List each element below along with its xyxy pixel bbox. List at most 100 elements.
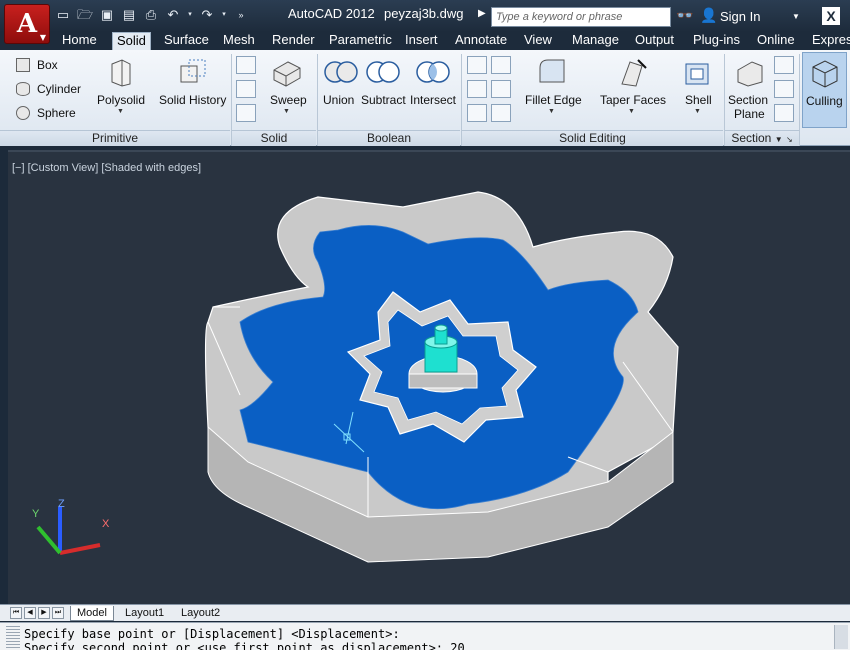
taper-faces-icon: [621, 59, 647, 87]
first-layout-icon[interactable]: ⏮: [10, 607, 22, 619]
open-folder-icon[interactable]: 🗁: [76, 6, 94, 24]
chevron-down-icon[interactable]: ▼: [775, 135, 783, 144]
tab-manage[interactable]: Manage: [568, 32, 623, 50]
app-logo: A: [16, 9, 38, 39]
tab-insert[interactable]: Insert: [401, 32, 442, 50]
cylinder-icon: [16, 82, 30, 96]
binoculars-icon[interactable]: 👓: [676, 7, 693, 24]
polysolid-button[interactable]: Polysolid: [97, 93, 145, 107]
slice-icon[interactable]: [491, 56, 511, 74]
section-plane-button[interactable]: Section: [728, 93, 768, 107]
loft-icon[interactable]: [236, 104, 256, 122]
next-layout-icon[interactable]: ▶: [38, 607, 50, 619]
search-input[interactable]: [491, 7, 671, 27]
save-icon[interactable]: ▣: [98, 6, 116, 24]
intersect-icon: [416, 61, 450, 83]
play-arrow-icon[interactable]: ▶: [478, 8, 490, 28]
ribbon: Box Cylinder Sphere Polysolid ▼ Solid Hi…: [0, 50, 850, 146]
interfere-icon[interactable]: [467, 56, 487, 74]
tab-online[interactable]: Online: [753, 32, 799, 50]
redo-icon[interactable]: ↷: [198, 6, 216, 24]
solid-history-icon: [180, 59, 206, 83]
exchange-x-icon[interactable]: X: [822, 7, 840, 25]
shell-button[interactable]: Shell: [685, 93, 712, 107]
chevron-down-icon[interactable]: ▼: [548, 108, 555, 115]
dialog-launcher-icon[interactable]: ↘: [786, 135, 793, 144]
solid-history-button[interactable]: Solid History: [159, 93, 226, 107]
sphere-button[interactable]: Sphere: [37, 106, 76, 120]
redo-dropdown-icon[interactable]: ▾: [220, 6, 228, 24]
thicken-icon[interactable]: [467, 80, 487, 98]
chevron-down-icon: ▼: [39, 32, 46, 42]
chevron-down-icon[interactable]: ▼: [117, 108, 124, 115]
generate-section-icon[interactable]: [774, 104, 794, 122]
quick-access-toolbar: ▭ 🗁 ▣ ▤ ⎙ ↶ ▾ ↷ ▾ »: [54, 6, 250, 26]
chevron-down-icon[interactable]: ▼: [792, 12, 800, 21]
tab-home[interactable]: Home: [58, 32, 101, 50]
ucs-z-label: Z: [58, 498, 65, 510]
tab-annotate[interactable]: Annotate: [451, 32, 511, 50]
revolve-icon[interactable]: [236, 80, 256, 98]
print-icon[interactable]: ⎙: [142, 6, 160, 24]
section-plane-icon: [737, 61, 763, 87]
taper-faces-button[interactable]: Taper Faces: [600, 93, 666, 107]
extrude-icon[interactable]: [236, 56, 256, 74]
fountain-model: [204, 191, 679, 563]
intersect-button[interactable]: Intersect: [410, 93, 456, 107]
prev-layout-icon[interactable]: ◀: [24, 607, 36, 619]
tab-express[interactable]: Express: [808, 32, 850, 50]
title-bar: A ▼ ▭ 🗁 ▣ ▤ ⎙ ↶ ▾ ↷ ▾ » AutoCAD 2012 pey…: [0, 0, 850, 44]
section-plane-button-line2[interactable]: Plane: [734, 107, 765, 121]
layout-tab-bar: ⏮ ◀ ▶ ⏭ Model Layout1 Layout2: [0, 604, 850, 621]
command-history-line: Specify second point or <use first point…: [24, 641, 465, 650]
undo-dropdown-icon[interactable]: ▾: [186, 6, 194, 24]
panel-title-section-text: Section: [731, 131, 772, 145]
extract-edges-icon[interactable]: [467, 104, 487, 122]
grip-handle-icon[interactable]: [6, 626, 20, 650]
offset-edge-icon[interactable]: [491, 104, 511, 122]
shell-icon: [685, 63, 709, 85]
ucs-icon: [36, 507, 101, 555]
tab-render[interactable]: Render: [268, 32, 319, 50]
ribbon-tabs: Home Solid Surface Mesh Render Parametri…: [0, 32, 850, 50]
undo-icon[interactable]: ↶: [164, 6, 182, 24]
sweep-button[interactable]: Sweep: [270, 93, 307, 107]
save-as-icon[interactable]: ▤: [120, 6, 138, 24]
union-button[interactable]: Union: [323, 93, 354, 107]
box-button[interactable]: Box: [37, 58, 58, 72]
tab-mesh[interactable]: Mesh: [219, 32, 259, 50]
file-title: peyzaj3b.dwg: [384, 6, 464, 21]
command-line[interactable]: Specify base point or [Displacement] <Di…: [0, 622, 850, 650]
tab-plug-ins[interactable]: Plug-ins: [689, 32, 744, 50]
tab-layout1[interactable]: Layout1: [119, 606, 170, 621]
new-file-icon[interactable]: ▭: [54, 6, 72, 24]
tab-solid[interactable]: Solid: [112, 32, 151, 50]
culling-icon: [812, 60, 838, 88]
sign-in-button[interactable]: Sign In: [720, 9, 760, 24]
culling-button[interactable]: Culling: [802, 52, 847, 128]
subtract-button[interactable]: Subtract: [361, 93, 406, 107]
tab-view[interactable]: View: [520, 32, 556, 50]
chevron-down-icon[interactable]: ▼: [694, 108, 701, 115]
add-jog-icon[interactable]: [774, 80, 794, 98]
panel-title-solid: Solid: [232, 130, 316, 146]
last-layout-icon[interactable]: ⏭: [52, 607, 64, 619]
chevron-down-icon[interactable]: ▼: [283, 108, 290, 115]
tab-output[interactable]: Output: [631, 32, 678, 50]
tab-surface[interactable]: Surface: [160, 32, 213, 50]
subtract-icon: [366, 61, 400, 83]
customize-toolbar-icon[interactable]: »: [232, 6, 250, 24]
imprint-icon[interactable]: [491, 80, 511, 98]
tab-layout2[interactable]: Layout2: [175, 606, 226, 621]
chevron-down-icon[interactable]: ▼: [628, 108, 635, 115]
command-scrollbar[interactable]: [834, 625, 848, 649]
live-section-icon[interactable]: [774, 56, 794, 74]
application-menu-button[interactable]: A ▼: [4, 4, 50, 44]
tab-model[interactable]: Model: [70, 606, 114, 621]
drawing-viewport[interactable]: [−] [Custom View] [Shaded with edges] Z …: [8, 150, 850, 606]
sweep-icon: [273, 61, 301, 87]
cylinder-button[interactable]: Cylinder: [37, 82, 81, 96]
fillet-edge-button[interactable]: Fillet Edge: [525, 93, 582, 107]
polysolid-icon: [111, 59, 131, 87]
tab-parametric[interactable]: Parametric: [325, 32, 396, 50]
